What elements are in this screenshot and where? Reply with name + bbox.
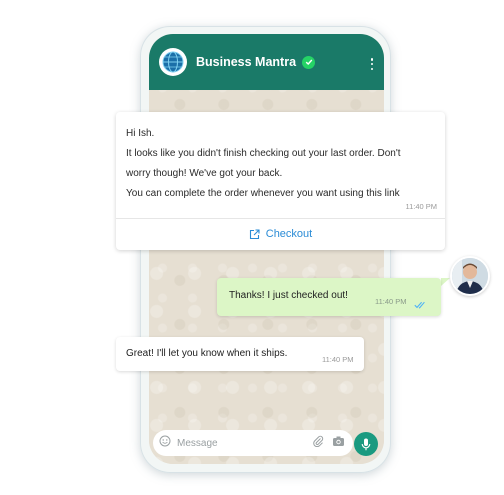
checkout-label: Checkout	[265, 228, 313, 240]
incoming-message-bubble: Hi Ish. It looks like you didn't finish …	[116, 112, 445, 250]
globe-logo-icon[interactable]	[159, 48, 187, 76]
double-check-read-icon	[414, 296, 427, 314]
message-text: Thanks! I just checked out!	[229, 290, 348, 301]
verified-check-icon	[302, 55, 316, 69]
kebab-menu-icon[interactable]	[370, 58, 374, 70]
incoming-message-bubble: Great! I'll let you know when it ships. …	[116, 337, 364, 371]
message-text: Great! I'll let you know when it ships.	[126, 348, 288, 359]
avatar	[450, 256, 490, 296]
bubble-tail	[441, 278, 450, 286]
microphone-icon[interactable]	[354, 432, 378, 456]
message-timestamp: 11:40 PM	[405, 202, 437, 211]
emoji-icon[interactable]	[159, 434, 171, 452]
message-line: It looks like you didn't finish checking…	[126, 148, 401, 159]
checkout-button[interactable]: Checkout	[116, 219, 445, 249]
chat-header: Business Mantra	[149, 34, 384, 90]
message-line: worry though! We've got your back.	[126, 168, 283, 179]
paperclip-icon[interactable]	[312, 434, 324, 452]
camera-icon[interactable]	[332, 434, 345, 452]
external-link-icon	[249, 228, 260, 240]
message-timestamp: 11:40 PM	[322, 355, 354, 364]
outgoing-message-bubble: Thanks! I just checked out! 11:40 PM	[217, 278, 441, 316]
message-timestamp: 11:40 PM	[375, 297, 407, 306]
chat-title[interactable]: Business Mantra	[196, 55, 296, 69]
message-line: Hi Ish.	[126, 128, 155, 139]
message-input[interactable]: Message	[177, 438, 312, 449]
message-text: Hi Ish. It looks like you didn't finish …	[116, 112, 445, 204]
message-line: You can complete the order whenever you …	[126, 188, 400, 199]
message-composer[interactable]: Message	[153, 430, 353, 456]
